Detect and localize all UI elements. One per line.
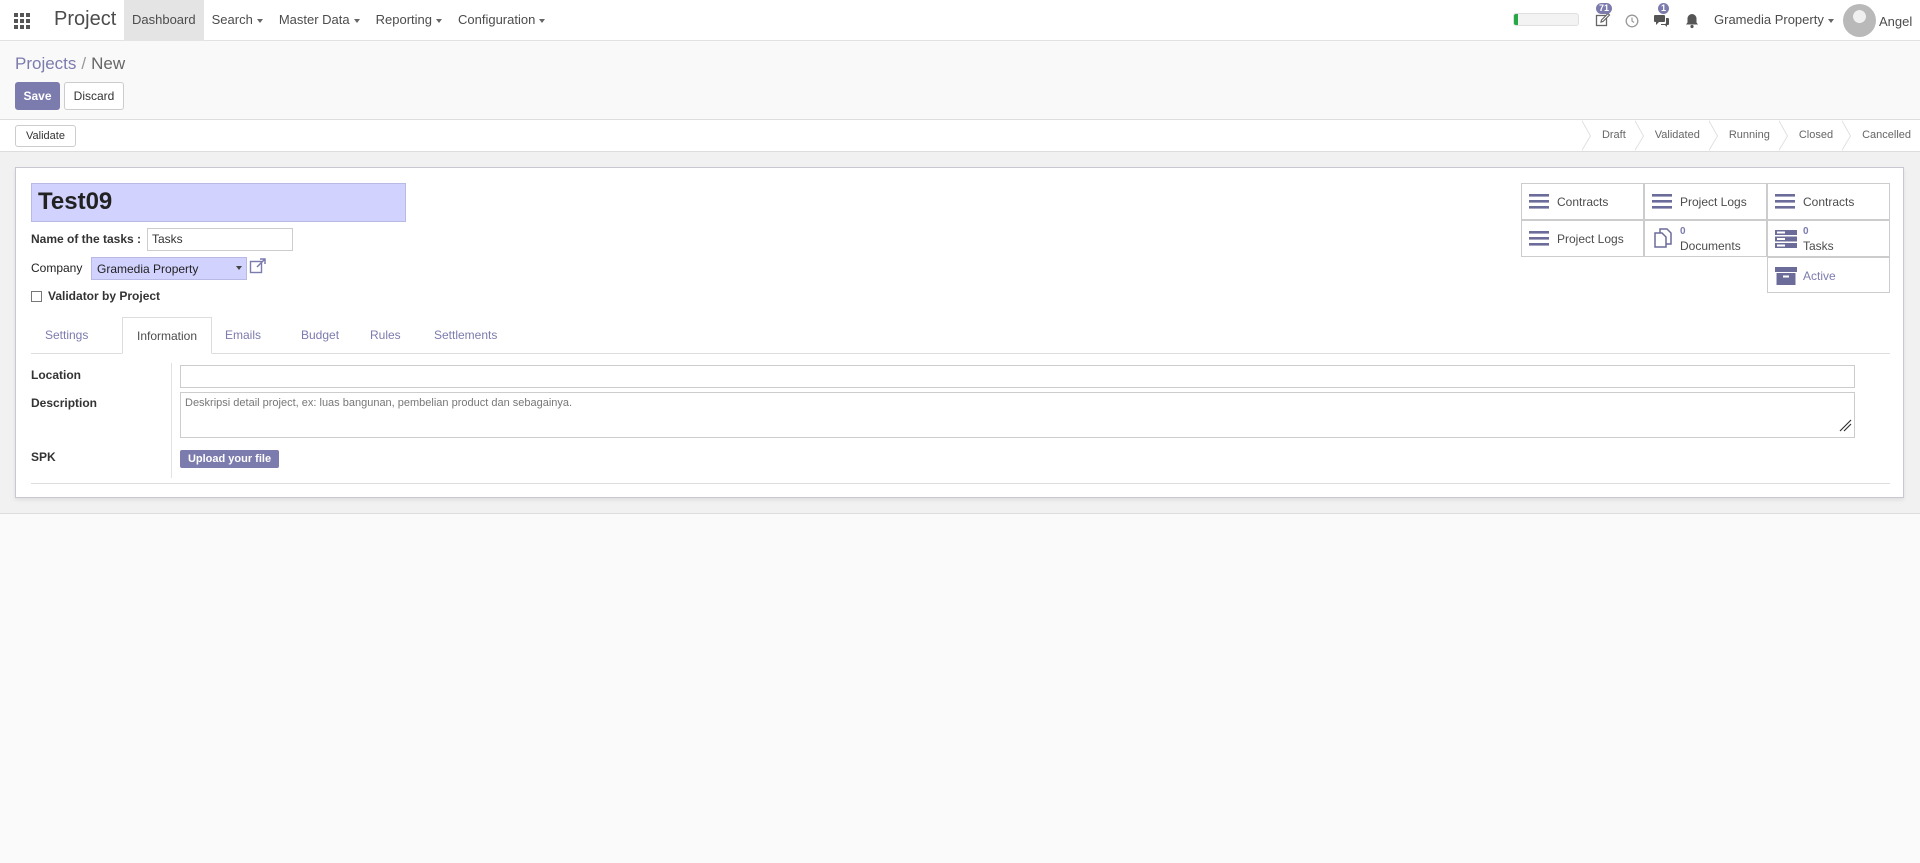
files-icon <box>1652 227 1674 252</box>
company-select[interactable]: Gramedia Property <box>91 257 247 280</box>
list-icon <box>1775 193 1795 212</box>
user-avatar[interactable] <box>1843 4 1876 37</box>
project-logs-button-2[interactable]: Project Logs <box>1521 220 1644 257</box>
edit-icon[interactable] <box>1595 12 1611 31</box>
caret-down-icon <box>236 266 242 270</box>
caret-down-icon <box>1827 18 1834 23</box>
stage-running[interactable]: Running <box>1707 120 1779 151</box>
main-menu: Dashboard Search Master Data Reporting C… <box>124 0 553 41</box>
stage-validated[interactable]: Validated <box>1633 120 1709 151</box>
location-label: Location <box>31 368 81 382</box>
list-icon <box>1652 193 1672 212</box>
caret-down-icon <box>256 18 263 23</box>
activities-badge: 71 <box>1596 3 1613 14</box>
project-logs-button[interactable]: Project Logs <box>1644 183 1767 220</box>
external-link-icon[interactable] <box>249 257 267 278</box>
active-toggle-button[interactable]: Active <box>1767 257 1890 293</box>
menu-reporting[interactable]: Reporting <box>368 0 450 41</box>
description-placeholder: Deskripsi detail project, ex: luas bangu… <box>185 397 573 409</box>
validator-checkbox[interactable] <box>31 291 42 302</box>
description-textarea[interactable]: Deskripsi detail project, ex: luas bangu… <box>180 392 1855 438</box>
resize-handle-icon[interactable] <box>1838 418 1852 435</box>
stage-cancelled[interactable]: Cancelled <box>1841 120 1920 151</box>
form-sheet: Test09 Name of the tasks : Tasks Company… <box>15 167 1904 498</box>
contracts-button[interactable]: Contracts <box>1521 183 1644 220</box>
notebook-tabs: Settings Information Emails Budget Rules… <box>31 317 1890 354</box>
tab-emails[interactable]: Emails <box>211 317 275 354</box>
breadcrumb-projects-link[interactable]: Projects <box>15 54 76 73</box>
company-label: Company <box>31 261 83 275</box>
stage-draft[interactable]: Draft <box>1580 120 1635 151</box>
form-bottom-divider <box>31 483 1890 484</box>
menu-configuration[interactable]: Configuration <box>450 0 553 41</box>
caret-down-icon <box>539 18 546 23</box>
tasks-button[interactable]: 0 Tasks <box>1767 220 1890 257</box>
discard-button[interactable]: Discard <box>64 82 124 110</box>
empty-area <box>0 514 1920 863</box>
tab-settings[interactable]: Settings <box>31 317 102 354</box>
chat-icon[interactable] <box>1654 13 1670 31</box>
menu-master-data[interactable]: Master Data <box>271 0 368 41</box>
menu-search[interactable]: Search <box>204 0 271 41</box>
validate-button[interactable]: Validate <box>15 125 76 147</box>
list-icon <box>1529 230 1549 249</box>
onboarding-progress-bar[interactable] <box>1513 13 1579 26</box>
tasks-icon <box>1775 230 1797 251</box>
app-brand: Project <box>54 8 117 30</box>
breadcrumb: Projects / New <box>15 54 125 74</box>
caret-down-icon <box>353 18 360 23</box>
list-icon <box>1529 193 1549 212</box>
caret-down-icon <box>436 18 442 23</box>
tab-rules[interactable]: Rules <box>356 317 415 354</box>
messages-badge: 1 <box>1658 3 1670 14</box>
description-label: Description <box>31 396 98 410</box>
menu-dashboard[interactable]: Dashboard <box>124 0 204 41</box>
save-button[interactable]: Save <box>15 82 60 110</box>
breadcrumb-current: New <box>91 54 126 73</box>
company-switcher[interactable]: Gramedia Property <box>1714 12 1834 27</box>
contracts-button-2[interactable]: Contracts <box>1767 183 1890 220</box>
clock-icon[interactable] <box>1625 14 1639 31</box>
control-panel: Projects / New Save Discard <box>0 41 1920 119</box>
archive-icon <box>1775 267 1797 288</box>
upload-file-button[interactable]: Upload your file <box>180 450 279 468</box>
location-input[interactable] <box>180 365 1855 388</box>
top-navbar: Project Dashboard Search Master Data Rep… <box>0 0 1920 41</box>
spk-label: SPK <box>31 450 56 464</box>
task-name-label: Name of the tasks : <box>31 232 142 246</box>
apps-menu-icon[interactable] <box>14 13 30 29</box>
breadcrumb-separator: / <box>81 54 87 73</box>
task-name-input[interactable]: Tasks <box>147 228 293 251</box>
tab-budget[interactable]: Budget <box>287 317 353 354</box>
tab-information[interactable]: Information <box>122 317 213 354</box>
bell-icon[interactable] <box>1685 13 1699 32</box>
project-name-input[interactable]: Test09 <box>31 183 406 222</box>
status-bar: Validate Draft Validated Running Closed … <box>0 119 1920 152</box>
field-divider <box>171 363 172 478</box>
tab-settlements[interactable]: Settlements <box>420 317 511 354</box>
stage-closed[interactable]: Closed <box>1777 120 1842 151</box>
progress-fill <box>1514 14 1518 25</box>
user-name[interactable]: Angel <box>1879 14 1912 29</box>
validator-label: Validator by Project <box>48 289 161 303</box>
stage-pipeline: Draft Validated Running Closed Cancelled <box>1580 120 1920 151</box>
documents-button[interactable]: 0 Documents <box>1644 220 1767 257</box>
